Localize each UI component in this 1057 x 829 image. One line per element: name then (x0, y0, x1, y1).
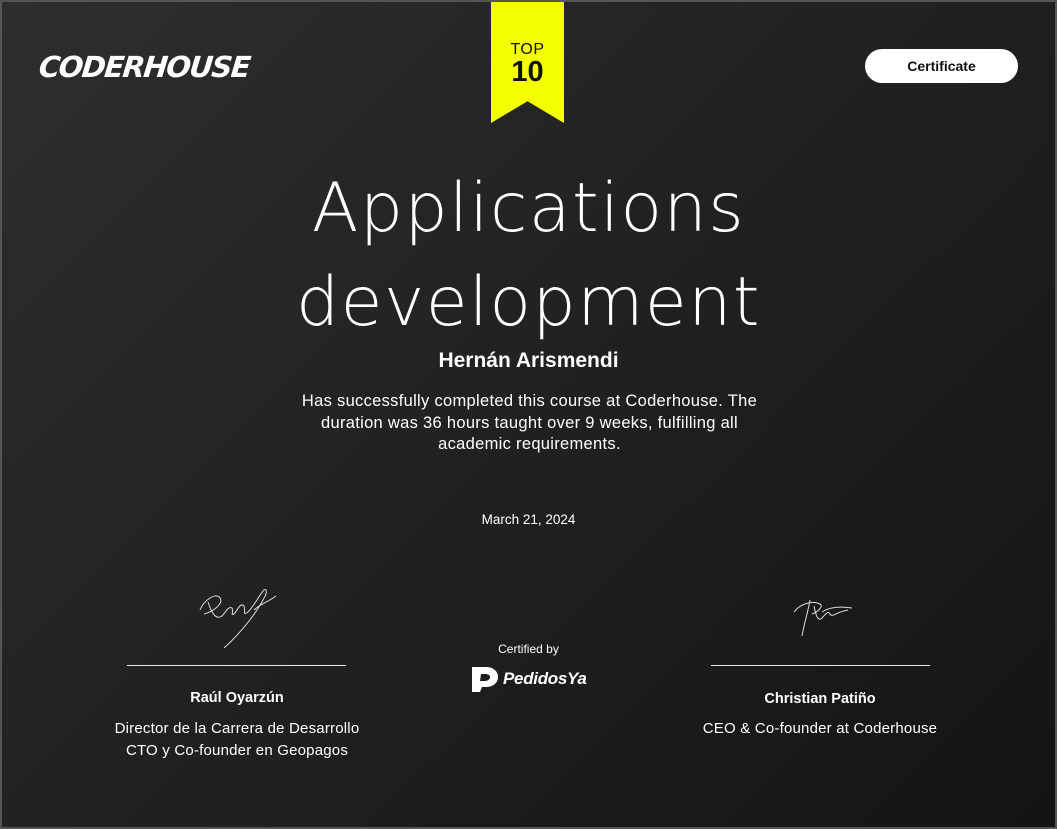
signer-role-right-line-1: CEO & Co-founder at Coderhouse (702, 720, 938, 737)
description-line-2: duration was 36 hours taught over 9 week… (321, 413, 738, 432)
top-10-badge: TOP 10 (491, 2, 564, 123)
course-title-line-1: Applications (311, 169, 746, 248)
course-title: Applications development (2, 162, 1055, 350)
partner-name: PedidosYa (503, 669, 587, 688)
signature-right (793, 599, 853, 637)
signer-name-right: Christian Patiño (764, 691, 876, 707)
signature-line-left (127, 665, 346, 666)
course-title-line-2: development (295, 263, 762, 342)
certificate-card: CODERHOUSE TOP 10 Certificate Applicatio… (0, 0, 1057, 829)
completion-description: Has successfully completed this course a… (262, 391, 797, 456)
signer-role-left-line-1: Director de la Carrera de Desarrollo (114, 720, 360, 737)
description-line-1: Has successfully completed this course a… (301, 392, 758, 410)
signer-name-left: Raúl Oyarzún (190, 690, 284, 706)
pedidosya-logo: PedidosYa (469, 664, 587, 694)
signature-line-right (711, 665, 930, 666)
certified-by-label: Certified by (498, 642, 559, 656)
signer-role-left: Director de la Carrera de Desarrollo CTO… (67, 718, 407, 762)
badge-rank: 10 (511, 56, 544, 88)
certificate-button[interactable]: Certificate (865, 49, 1018, 83)
pedidosya-icon (472, 667, 498, 692)
description-line-3: academic requirements. (438, 435, 621, 453)
issue-date: March 21, 2024 (481, 512, 576, 527)
coderhouse-logo: CODERHOUSE (37, 50, 252, 84)
student-name: Hernán Arismendi (438, 349, 619, 372)
signer-role-right: CEO & Co-founder at Coderhouse (650, 718, 990, 740)
signer-role-left-line-2: CTO y Co-founder en Geopagos (125, 742, 349, 759)
